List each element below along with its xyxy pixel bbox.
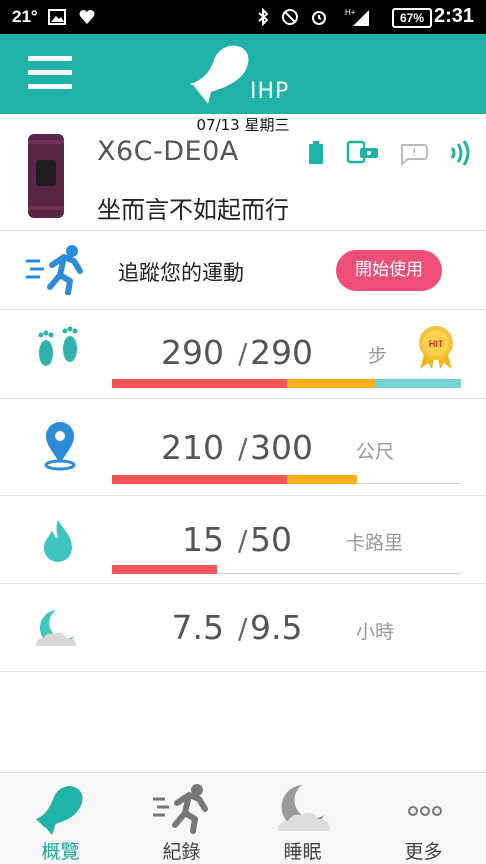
logo-text: IHP	[250, 79, 289, 104]
menu-line	[28, 70, 72, 75]
nav-sleep-label: 睡眠	[283, 841, 322, 863]
calories-progress-red	[112, 565, 217, 574]
steps-progress-orange	[287, 379, 375, 388]
menu-line	[28, 84, 72, 89]
nav-more[interactable]: 更多	[363, 773, 484, 864]
menu-line	[28, 56, 72, 61]
phone-sync-icon	[346, 140, 378, 164]
record-runner-icon	[153, 784, 208, 834]
battery-indicator: 67%	[392, 8, 432, 28]
separator-slash: /	[238, 337, 248, 370]
svg-text:H+: H+	[345, 8, 356, 17]
footprints-icon	[38, 326, 78, 366]
steps-goal: 290	[250, 333, 313, 372]
clock-time: 2:31	[433, 5, 474, 27]
battery-full-icon	[309, 141, 323, 164]
svg-text:!: !	[412, 146, 416, 159]
vibration-wave-icon	[450, 140, 470, 166]
separator-slash: /	[238, 612, 248, 645]
separator-slash: /	[238, 524, 248, 557]
steps-progress-teal	[375, 379, 461, 388]
steps-progress-red	[112, 379, 287, 388]
app-header: IHP	[0, 34, 486, 114]
distance-progress-orange	[287, 475, 357, 484]
distance-row[interactable]: 210 / 300 公尺	[0, 399, 486, 496]
nav-record[interactable]: 紀錄	[121, 773, 242, 864]
wristband-image	[28, 134, 64, 218]
nav-overview[interactable]: 概覽	[0, 773, 121, 864]
track-exercise-row: 追蹤您的運動 開始使用	[0, 231, 486, 310]
alarm-icon	[312, 11, 326, 25]
ihp-logo: IHP	[190, 45, 289, 104]
calories-unit: 卡路里	[346, 532, 404, 554]
sleep-unit: 小時	[356, 621, 395, 643]
distance-value: 210	[161, 428, 224, 467]
track-exercise-label: 追蹤您的運動	[118, 261, 244, 285]
distance-progress-red	[112, 475, 287, 484]
calories-value: 15	[182, 520, 224, 559]
runner-icon	[26, 245, 83, 295]
status-bar: 21° H+ 67% 2:31	[0, 0, 486, 34]
separator-slash: /	[238, 432, 248, 465]
device-motto: 坐而言不如起而行	[97, 196, 289, 224]
start-button[interactable]: 開始使用	[336, 250, 442, 291]
flame-icon	[44, 520, 72, 562]
message-alert-icon: !	[400, 144, 428, 166]
overview-icon	[36, 786, 83, 835]
hit-badge-icon: HIT	[419, 326, 453, 369]
sleep-icon	[278, 785, 330, 831]
steps-unit: 步	[368, 345, 388, 367]
signal-icon: H+	[345, 8, 369, 26]
more-icon	[408, 806, 442, 816]
nav-sleep[interactable]: 睡眠	[242, 773, 363, 864]
menu-button[interactable]	[28, 56, 72, 90]
distance-goal: 300	[250, 428, 313, 467]
current-date: 07/13 星期三	[196, 116, 290, 134]
do-not-disturb-icon	[282, 9, 298, 25]
sleep-row[interactable]: 7.5 / 9.5 小時	[0, 584, 486, 672]
temperature-text: 21°	[12, 7, 38, 26]
location-pin-icon	[44, 422, 76, 471]
bluetooth-icon	[258, 8, 269, 26]
calories-row[interactable]: 15 / 50 卡路里	[0, 496, 486, 584]
moon-cloud-icon	[36, 610, 76, 646]
steps-value: 290	[161, 333, 224, 372]
nav-record-label: 紀錄	[162, 841, 201, 863]
health-heart-icon	[79, 9, 95, 24]
distance-unit: 公尺	[356, 441, 395, 463]
nav-overview-label: 概覽	[41, 841, 80, 863]
nav-more-label: 更多	[404, 841, 443, 863]
device-name: X6C-DE0A	[97, 136, 239, 167]
bottom-navigation: 概覽 紀錄 睡眠 更多	[0, 772, 486, 864]
sleep-goal: 9.5	[250, 608, 303, 647]
device-row[interactable]: X6C-DE0A 坐而言不如起而行 !	[0, 134, 486, 231]
image-icon	[48, 9, 66, 25]
hit-badge-text: HIT	[429, 339, 444, 349]
sleep-value: 7.5	[171, 608, 224, 647]
steps-row[interactable]: 290 / 290 步 HIT	[0, 311, 486, 399]
calories-goal: 50	[250, 520, 292, 559]
